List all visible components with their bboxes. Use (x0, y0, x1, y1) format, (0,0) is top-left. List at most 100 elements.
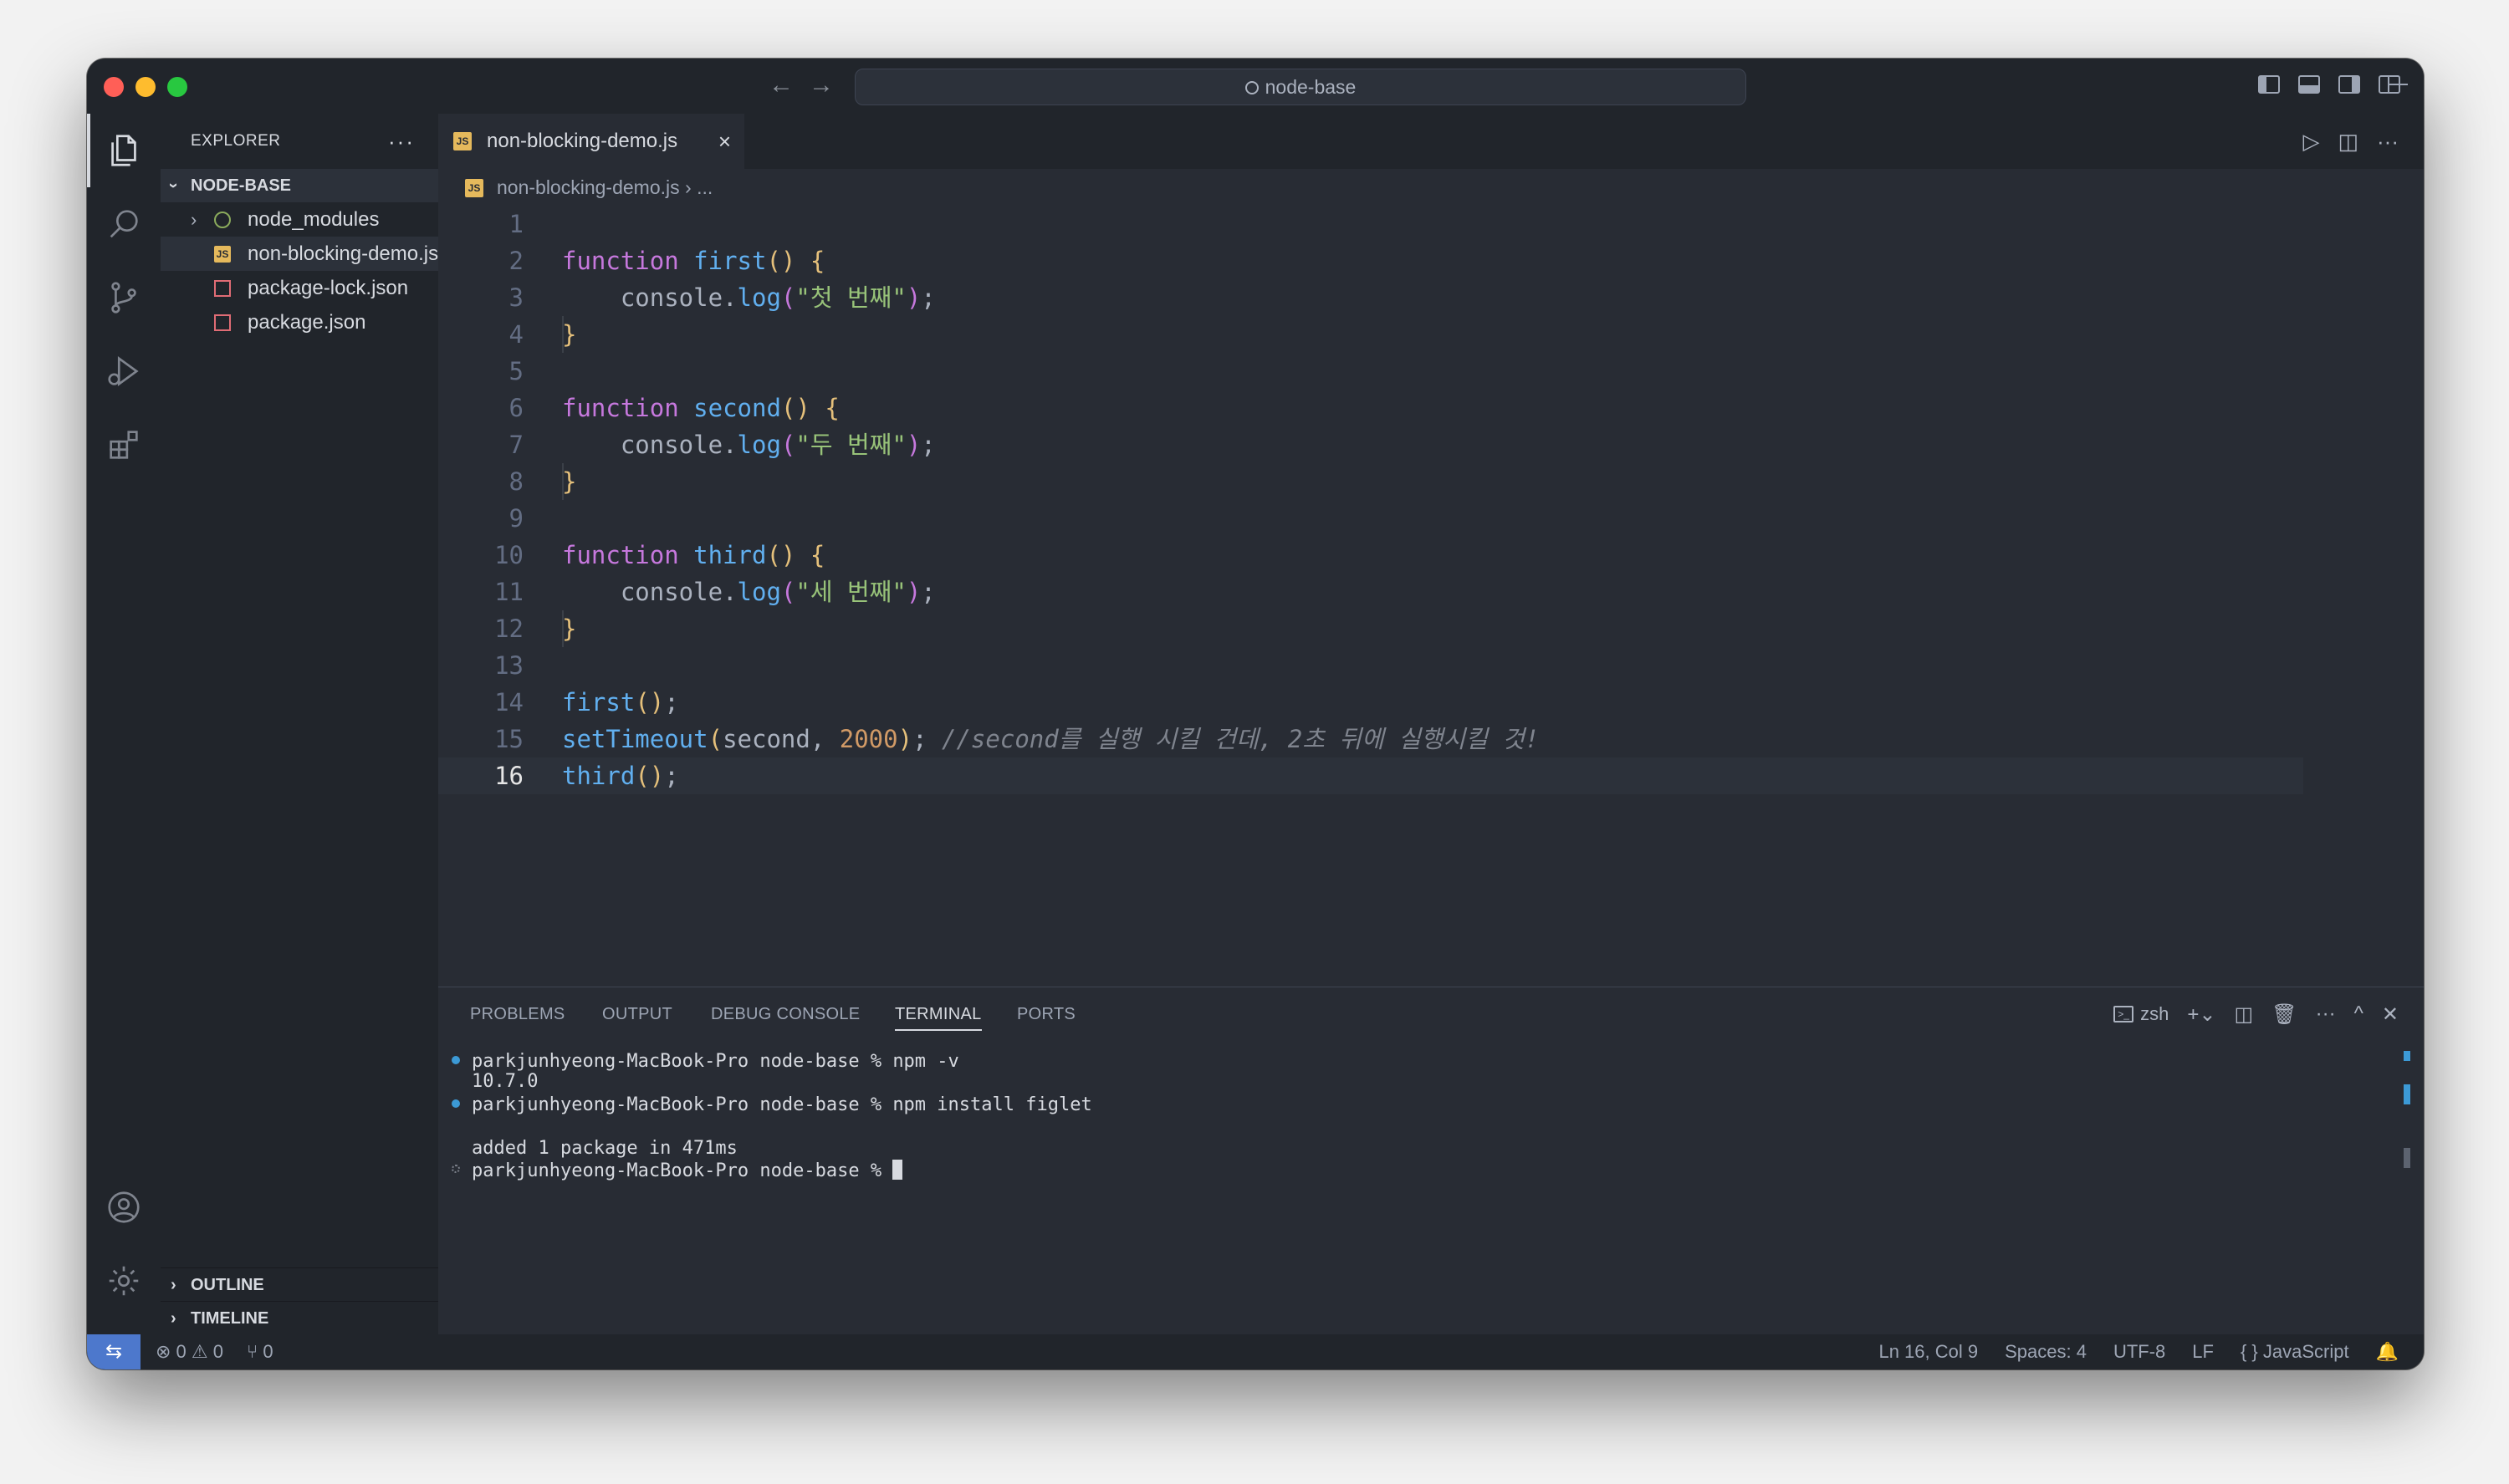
search-icon[interactable] (87, 187, 161, 261)
editor-actions: ▷ ◫ ··· (2302, 129, 2399, 154)
code-line: 8} (508, 467, 577, 496)
settings-gear-icon[interactable] (87, 1244, 161, 1318)
terminal-line: 10.7.0 (472, 1071, 539, 1092)
timeline-label: TIMELINE (191, 1309, 269, 1328)
code-editor[interactable]: 1 2 function first() { 3 console.log("첫 번… (438, 206, 2424, 987)
more-actions-icon[interactable]: ··· (2316, 1002, 2336, 1026)
run-file-icon[interactable]: ▷ (2302, 129, 2319, 154)
breadcrumb: JS non-blocking-demo.js › ... (438, 169, 2424, 206)
chevron-right-icon: › (191, 209, 197, 230)
outline-section[interactable]: › OUTLINE (161, 1267, 438, 1301)
code-line: 3 console.log("첫 번째"); (508, 283, 936, 312)
tab-debug-console[interactable]: DEBUG CONSOLE (711, 987, 860, 1041)
remote-indicator-icon[interactable]: ⇆ (87, 1334, 141, 1369)
ports-count: 0 (263, 1341, 273, 1362)
tree-item-node-modules[interactable]: › node_modules (161, 202, 438, 237)
run-debug-icon[interactable] (87, 334, 161, 408)
bottom-panel: PROBLEMS OUTPUT DEBUG CONSOLE TERMINAL P… (438, 987, 2424, 1334)
terminal-selector[interactable]: >_ zsh (2113, 1003, 2169, 1025)
code-line: 4} (508, 320, 577, 349)
extensions-icon[interactable] (87, 408, 161, 482)
vscode-window: ← → node-base EXPLORER ··· › NODE-BASE ›… (87, 59, 2424, 1369)
warning-count: 0 (212, 1341, 223, 1362)
tree-item-label: non-blocking-demo.js (248, 242, 438, 265)
tab-non-blocking-demo[interactable]: JS non-blocking-demo.js × (438, 114, 744, 169)
activity-bar (87, 114, 161, 1334)
code-line: 2 function first() { (508, 247, 825, 275)
tab-label: non-blocking-demo.js (487, 130, 678, 152)
code-line: 12} (494, 615, 577, 643)
encoding[interactable]: UTF-8 (2113, 1334, 2165, 1369)
search-icon (1244, 81, 1259, 94)
panel-tabs: PROBLEMS OUTPUT DEBUG CONSOLE TERMINAL P… (438, 987, 2424, 1041)
cursor-position[interactable]: Ln 16, Col 9 (1878, 1334, 1978, 1369)
command-success-icon (452, 1099, 460, 1108)
code-line: 5 (508, 357, 524, 385)
shell-name: zsh (2140, 1003, 2169, 1024)
indentation[interactable]: Spaces: 4 (2005, 1334, 2087, 1369)
notifications-bell-icon[interactable]: 🔔 (2376, 1334, 2399, 1369)
status-right: Ln 16, Col 9 Spaces: 4 UTF-8 LF { } Java… (1878, 1334, 2399, 1369)
sidebar-title: EXPLORER ··· (161, 114, 438, 169)
code-line: 14 first(); (494, 688, 679, 717)
toggle-secondary-sidebar-icon[interactable] (2338, 75, 2360, 94)
trash-icon[interactable]: 🗑 (2271, 1002, 2297, 1027)
folder-node-base[interactable]: › NODE-BASE (161, 169, 438, 202)
toggle-panel-icon[interactable] (2298, 75, 2320, 94)
close-window-button[interactable] (104, 77, 124, 97)
code-line: 6 function second() { (508, 394, 840, 422)
split-terminal-icon[interactable]: ◫ (2234, 1002, 2253, 1027)
code-line: 13 (494, 651, 524, 680)
maximize-panel-icon[interactable]: ^ (2354, 1002, 2363, 1026)
ports-indicator[interactable]: ⑂ 0 (247, 1334, 273, 1369)
scroll-marker (2404, 1051, 2410, 1061)
forward-arrow-icon[interactable]: → (805, 69, 838, 102)
code-line: 7 console.log("두 번째"); (508, 431, 936, 459)
language-mode[interactable]: { } JavaScript (2241, 1334, 2349, 1369)
close-panel-icon[interactable]: ✕ (2382, 1002, 2399, 1027)
tab-terminal[interactable]: TERMINAL (895, 987, 982, 1041)
code-line: 9 (508, 504, 524, 533)
command-success-icon (452, 1056, 460, 1064)
maximize-window-button[interactable] (167, 77, 187, 97)
tree-item-non-blocking-demo[interactable]: JS non-blocking-demo.js (161, 237, 438, 271)
end-of-line[interactable]: LF (2192, 1334, 2214, 1369)
title-bar: ← → node-base (87, 59, 2424, 114)
more-actions-icon[interactable]: ··· (388, 114, 415, 169)
new-terminal-icon[interactable]: +⌄ (2187, 1002, 2215, 1027)
tab-problems[interactable]: PROBLEMS (470, 987, 565, 1041)
explorer-sidebar: EXPLORER ··· › NODE-BASE › node_modules … (161, 114, 438, 1334)
json-file-icon (214, 314, 231, 331)
tab-output[interactable]: OUTPUT (602, 987, 672, 1041)
tree-item-package-lock[interactable]: package-lock.json (161, 271, 438, 305)
terminal-icon: >_ (2113, 1006, 2134, 1022)
source-control-icon[interactable] (87, 261, 161, 334)
status-left: ⊗ 0 ⚠ 0 ⑂ 0 (156, 1334, 273, 1369)
language-label: JavaScript (2262, 1341, 2349, 1362)
split-editor-icon[interactable]: ◫ (2338, 129, 2358, 154)
json-file-icon (214, 280, 231, 297)
breadcrumb-file[interactable]: non-blocking-demo.js (497, 176, 680, 198)
breadcrumb-rest[interactable]: › ... (685, 176, 713, 198)
more-actions-icon[interactable]: ··· (2377, 129, 2399, 154)
accounts-icon[interactable] (87, 1170, 161, 1244)
close-tab-icon[interactable]: × (718, 114, 731, 169)
tree-item-package-json[interactable]: package.json (161, 305, 438, 339)
code-line: 11 console.log("세 번째"); (494, 578, 936, 606)
timeline-section[interactable]: › TIMELINE (161, 1301, 438, 1334)
editor-tabs: JS non-blocking-demo.js × ▷ ◫ ··· (438, 114, 2424, 169)
code-line: 15 setTimeout(second, 2000); //second를 실행… (494, 725, 1540, 753)
minimize-window-button[interactable] (135, 77, 156, 97)
code-line: 10 function third() { (494, 541, 825, 569)
toggle-primary-sidebar-icon[interactable] (2258, 75, 2280, 94)
explorer-icon[interactable] (87, 114, 161, 187)
js-file-icon: JS (453, 132, 472, 150)
command-center-search[interactable]: node-base (855, 69, 1746, 105)
customize-layout-icon[interactable] (2379, 75, 2408, 94)
tab-ports[interactable]: PORTS (1017, 987, 1076, 1041)
back-arrow-icon[interactable]: ← (764, 69, 798, 102)
terminal-prompt[interactable]: parkjunhyeong-MacBook-Pro node-base % (472, 1160, 903, 1182)
js-file-icon: JS (214, 246, 231, 263)
terminal-line: parkjunhyeong-MacBook-Pro node-base % np… (472, 1094, 1092, 1115)
problems-indicator[interactable]: ⊗ 0 ⚠ 0 (156, 1334, 223, 1369)
